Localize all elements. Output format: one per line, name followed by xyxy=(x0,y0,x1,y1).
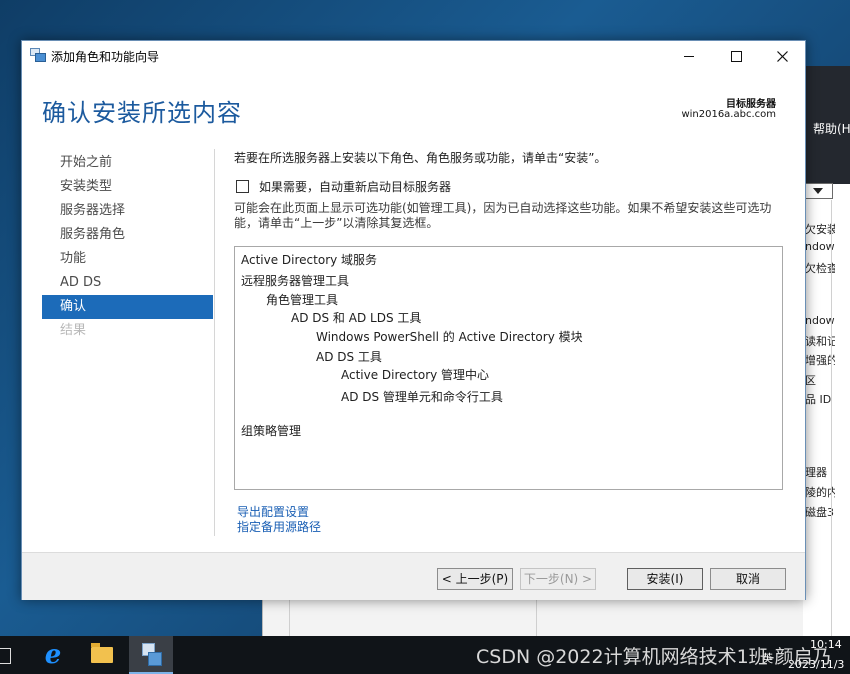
feature-item: AD DS 和 AD LDS 工具 xyxy=(291,311,422,325)
server-manager-icon xyxy=(142,643,162,666)
help-menu[interactable]: 帮助(H xyxy=(813,120,850,137)
minimize-button[interactable] xyxy=(666,41,712,71)
optional-features-note: 可能会在此页面上显示可选功能(如管理工具)，因为已自动选择这些功能。如果不希望安… xyxy=(234,201,772,230)
bg-divider xyxy=(536,598,537,636)
feature-item: 远程服务器管理工具 xyxy=(241,274,350,288)
feature-item: Active Directory 管理中心 xyxy=(341,368,490,382)
nav-item-installation-type[interactable]: 安装类型 xyxy=(42,175,213,199)
server-manager-icon xyxy=(30,48,46,62)
add-roles-wizard-dialog: 添加角色和功能向导 确认安装所选内容 目标服务器 win2016a.abc.co… xyxy=(21,40,806,600)
feature-item: Active Directory 域服务 xyxy=(241,253,378,267)
bg-lower-panel xyxy=(263,598,803,636)
taskbar-ie[interactable]: e xyxy=(31,636,75,674)
title-bar[interactable]: 添加角色和功能向导 xyxy=(22,41,805,71)
taskbar-file-explorer[interactable] xyxy=(80,636,124,674)
close-icon xyxy=(776,50,788,62)
show-desktop-icon[interactable] xyxy=(0,648,11,664)
feature-item: Windows PowerShell 的 Active Directory 模块 xyxy=(316,330,583,344)
nav-item-before-you-begin[interactable]: 开始之前 xyxy=(42,151,213,175)
page-title: 确认安装所选内容 xyxy=(42,99,242,127)
cancel-button[interactable]: 取消 xyxy=(710,568,786,590)
restart-checkbox[interactable] xyxy=(236,180,249,193)
feature-item: AD DS 工具 xyxy=(316,350,382,364)
nav-divider xyxy=(214,149,215,536)
feature-item: AD DS 管理单元和命令行工具 xyxy=(341,390,503,404)
taskbar-server-manager[interactable] xyxy=(129,636,173,674)
nav-item-results: 结果 xyxy=(60,323,87,338)
maximize-button[interactable] xyxy=(713,41,759,71)
links-area: 导出配置设置 指定备用源路径 xyxy=(237,505,321,535)
export-config-link[interactable]: 导出配置设置 xyxy=(237,505,321,520)
restart-option[interactable]: 如果需要，自动重新启动目标服务器 xyxy=(236,178,451,195)
folder-icon xyxy=(91,643,113,663)
confirmation-content: 若要在所选服务器上安装以下角色、角色服务或功能，请单击“安装”。 如果需要，自动… xyxy=(234,149,789,534)
nav-item-server-selection[interactable]: 服务器选择 xyxy=(42,199,213,223)
bg-scrollbar[interactable] xyxy=(831,200,832,636)
nav-item-server-roles[interactable]: 服务器角色 xyxy=(42,223,213,247)
next-button: 下一步(N) > xyxy=(520,568,596,590)
wizard-nav: 开始之前 安装类型 服务器选择 服务器角色 功能 AD DS 确认 结果 xyxy=(42,151,213,343)
minimize-icon xyxy=(684,55,694,57)
feature-item: 角色管理工具 xyxy=(266,293,339,307)
features-list: Active Directory 域服务 远程服务器管理工具 角色管理工具 AD… xyxy=(234,246,783,490)
target-server-value: win2016a.abc.com xyxy=(681,109,776,120)
intro-text: 若要在所选服务器上安装以下角色、角色服务或功能，请单击“安装”。 xyxy=(234,151,607,165)
nav-item-ad-ds[interactable]: AD DS xyxy=(42,271,213,295)
bg-dropdown[interactable] xyxy=(803,183,833,199)
watermark-text: CSDN @2022计算机网络技术1班-颜启乃 xyxy=(476,646,832,668)
alternate-source-link[interactable]: 指定备用源路径 xyxy=(237,520,321,535)
chevron-down-icon xyxy=(813,188,823,194)
window-title: 添加角色和功能向导 xyxy=(51,50,160,64)
close-button[interactable] xyxy=(759,41,805,71)
install-button[interactable]: 安装(I) xyxy=(627,568,703,590)
wizard-footer: < 上一步(P) 下一步(N) > 安装(I) 取消 xyxy=(22,552,805,600)
nav-item-confirmation[interactable]: 确认 xyxy=(42,295,213,319)
nav-item-features[interactable]: 功能 xyxy=(42,247,213,271)
feature-item: 组策略管理 xyxy=(241,424,302,438)
restart-checkbox-label[interactable]: 如果需要，自动重新启动目标服务器 xyxy=(259,178,451,195)
internet-explorer-icon: e xyxy=(44,640,62,670)
back-button[interactable]: < 上一步(P) xyxy=(437,568,513,590)
target-server-label: 目标服务器 xyxy=(726,99,776,110)
bg-divider xyxy=(289,598,290,636)
maximize-icon xyxy=(730,50,742,62)
